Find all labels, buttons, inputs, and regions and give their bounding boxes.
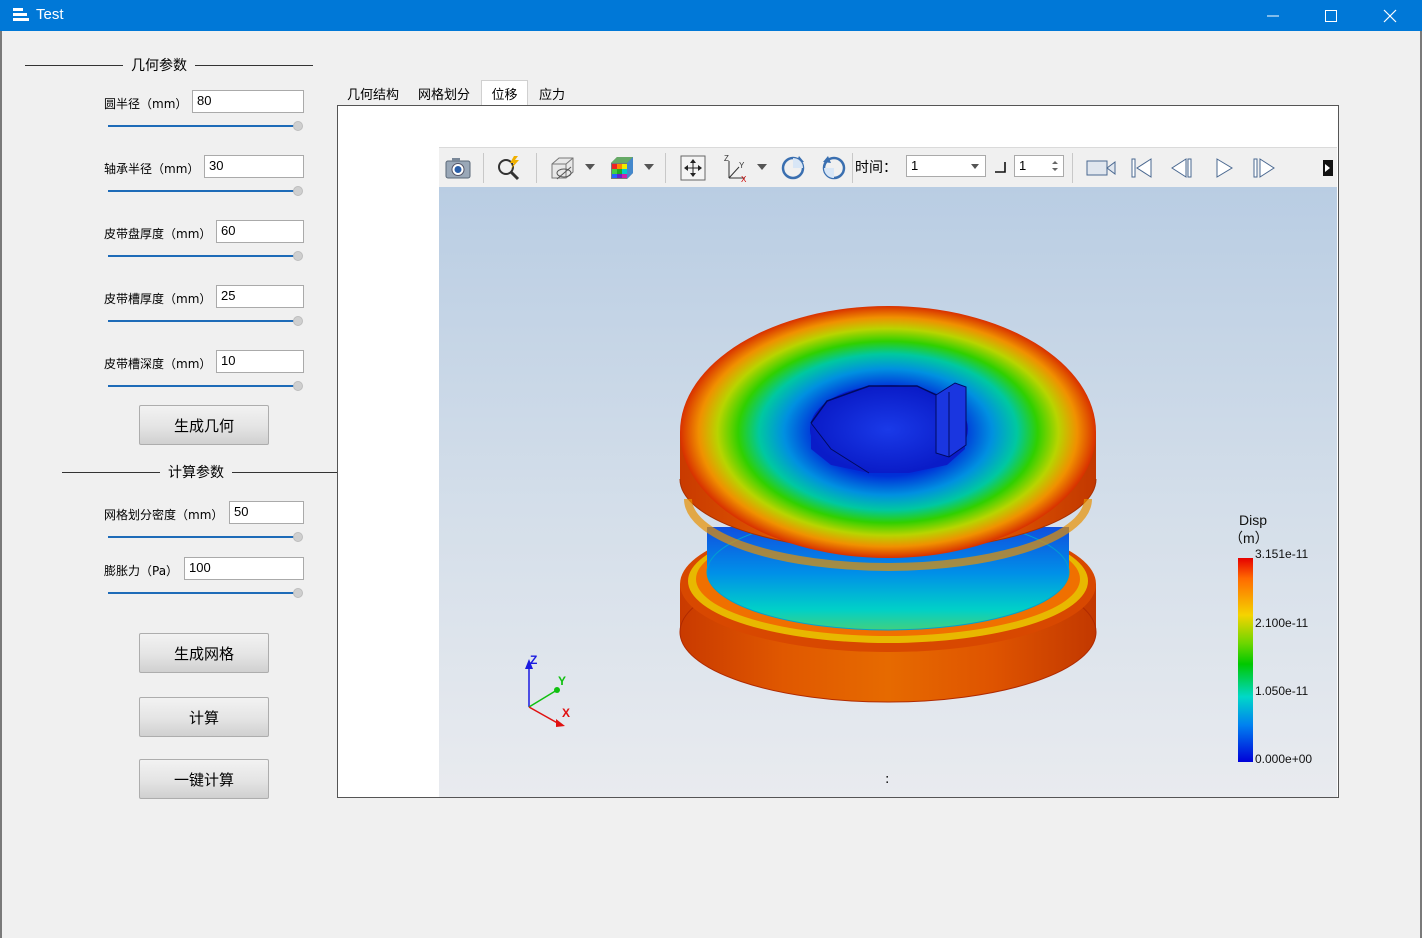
compute-group-title: 计算参数 bbox=[168, 465, 224, 481]
title-bar: Test bbox=[0, 0, 1422, 31]
bearing-radius-slider[interactable] bbox=[108, 185, 303, 197]
slider-handle[interactable] bbox=[293, 251, 303, 261]
tab-geometry[interactable]: 几何结构 bbox=[340, 80, 406, 106]
legend-tick-high: 2.100e-11 bbox=[1255, 616, 1309, 630]
close-icon bbox=[1383, 9, 1397, 22]
mesh-density-slider[interactable] bbox=[108, 531, 303, 543]
app-icon bbox=[13, 8, 29, 21]
window-title: Test bbox=[36, 6, 64, 23]
circle-radius-input[interactable]: 80 bbox=[192, 90, 304, 113]
expansion-force-label: 膨胀力（Pa） bbox=[104, 564, 179, 578]
groove-thickness-slider[interactable] bbox=[108, 315, 303, 327]
pulley-thickness-label: 皮带盘厚度（mm） bbox=[104, 227, 212, 241]
last-frame-icon[interactable] bbox=[1249, 153, 1279, 183]
legend-unit: （m） bbox=[1229, 530, 1269, 546]
slider-handle[interactable] bbox=[293, 588, 303, 598]
groove-depth-slider[interactable] bbox=[108, 380, 303, 392]
reset-camera-icon[interactable] bbox=[678, 153, 708, 183]
axis-y-label: Y bbox=[558, 674, 567, 688]
svg-text:Y: Y bbox=[739, 161, 745, 170]
color-legend-bar bbox=[1238, 558, 1253, 762]
legend-tick-max: 3.151e-11 bbox=[1255, 547, 1309, 561]
chevron-down-icon bbox=[971, 164, 979, 169]
slider-handle[interactable] bbox=[293, 381, 303, 391]
one-click-compute-button[interactable]: 一键计算 bbox=[139, 759, 269, 799]
geometry-group-title: 几何参数 bbox=[131, 58, 187, 74]
minimize-button[interactable] bbox=[1244, 0, 1302, 31]
tab-mesh[interactable]: 网格划分 bbox=[411, 80, 477, 106]
time-step-value: 1 bbox=[1019, 158, 1027, 173]
circle-radius-label: 圆半径（mm） bbox=[104, 97, 188, 111]
rotate-cw-icon[interactable] bbox=[778, 153, 808, 183]
time-label: 时间： bbox=[855, 160, 897, 176]
mesh-density-label: 网格划分密度（mm） bbox=[104, 508, 224, 522]
groove-depth-label: 皮带槽深度（mm） bbox=[104, 357, 212, 371]
previous-frame-icon[interactable] bbox=[1167, 153, 1197, 183]
tab-stress[interactable]: 应力 bbox=[531, 80, 573, 106]
svg-text:X: X bbox=[741, 175, 747, 183]
circle-radius-slider[interactable] bbox=[108, 120, 303, 132]
slider-handle[interactable] bbox=[293, 316, 303, 326]
time-step-spinbox[interactable]: 1 bbox=[1014, 155, 1064, 177]
geometry-group-header: 几何参数 bbox=[25, 55, 313, 75]
expansion-force-slider[interactable] bbox=[108, 587, 303, 599]
rotate-ccw-icon[interactable] bbox=[819, 153, 849, 183]
time-select[interactable]: 1 bbox=[906, 155, 986, 177]
expansion-force-input[interactable]: 100 bbox=[184, 557, 304, 580]
compute-group-header: 计算参数 bbox=[62, 462, 358, 482]
toolbar-overflow-icon[interactable] bbox=[1317, 153, 1337, 183]
color-map-icon[interactable] bbox=[606, 153, 636, 183]
generate-mesh-button[interactable]: 生成网格 bbox=[139, 633, 269, 673]
first-frame-icon[interactable] bbox=[1126, 153, 1156, 183]
slider-handle[interactable] bbox=[293, 532, 303, 542]
axes-triad bbox=[525, 659, 565, 727]
generate-geometry-button[interactable]: 生成几何 bbox=[139, 405, 269, 445]
minimize-icon bbox=[1267, 15, 1279, 16]
maximize-icon bbox=[1325, 9, 1337, 22]
pulley-thickness-slider[interactable] bbox=[108, 250, 303, 262]
legend-tick-low: 1.050e-11 bbox=[1255, 684, 1309, 698]
axis-z-label: Z bbox=[530, 653, 538, 667]
legend-tick-min: 0.000e+00 bbox=[1255, 752, 1313, 766]
record-icon[interactable] bbox=[1084, 153, 1118, 183]
tab-displacement[interactable]: 位移 bbox=[481, 80, 528, 106]
bearing-radius-input[interactable]: 30 bbox=[204, 155, 304, 178]
bearing-radius-label: 轴承半径（mm） bbox=[104, 162, 200, 176]
pulley-model bbox=[525, 306, 1097, 727]
window-border-left bbox=[0, 31, 2, 938]
close-button[interactable] bbox=[1361, 0, 1419, 31]
groove-depth-input[interactable]: 10 bbox=[216, 350, 304, 373]
maximize-button[interactable] bbox=[1302, 0, 1360, 31]
slider-handle[interactable] bbox=[293, 121, 303, 131]
pulley-thickness-input[interactable]: 60 bbox=[216, 220, 304, 243]
svg-text:Z: Z bbox=[724, 154, 729, 163]
camera-icon[interactable] bbox=[443, 153, 473, 183]
render-viewport[interactable]: Z Y X Disp （m） 3.151e-11 2.100e-11 1.050… bbox=[439, 187, 1337, 797]
spin-arrows-icon[interactable] bbox=[1051, 159, 1059, 173]
play-icon[interactable] bbox=[1209, 153, 1239, 183]
compute-button[interactable]: 计算 bbox=[139, 697, 269, 737]
groove-thickness-input[interactable]: 25 bbox=[216, 285, 304, 308]
time-select-value: 1 bbox=[911, 158, 919, 173]
slider-handle[interactable] bbox=[293, 186, 303, 196]
mesh-density-input[interactable]: 50 bbox=[229, 501, 304, 524]
groove-thickness-label: 皮带槽厚度（mm） bbox=[104, 292, 212, 306]
time-step-icon bbox=[995, 162, 1006, 173]
axis-x-label: X bbox=[562, 706, 571, 720]
viewer-status-text: : bbox=[885, 772, 890, 787]
legend-title: Disp bbox=[1239, 512, 1268, 528]
axes-orientation-icon[interactable]: Z YX bbox=[721, 153, 751, 183]
toggle-visibility-icon[interactable] bbox=[547, 153, 577, 183]
zoom-to-data-icon[interactable] bbox=[494, 153, 524, 183]
